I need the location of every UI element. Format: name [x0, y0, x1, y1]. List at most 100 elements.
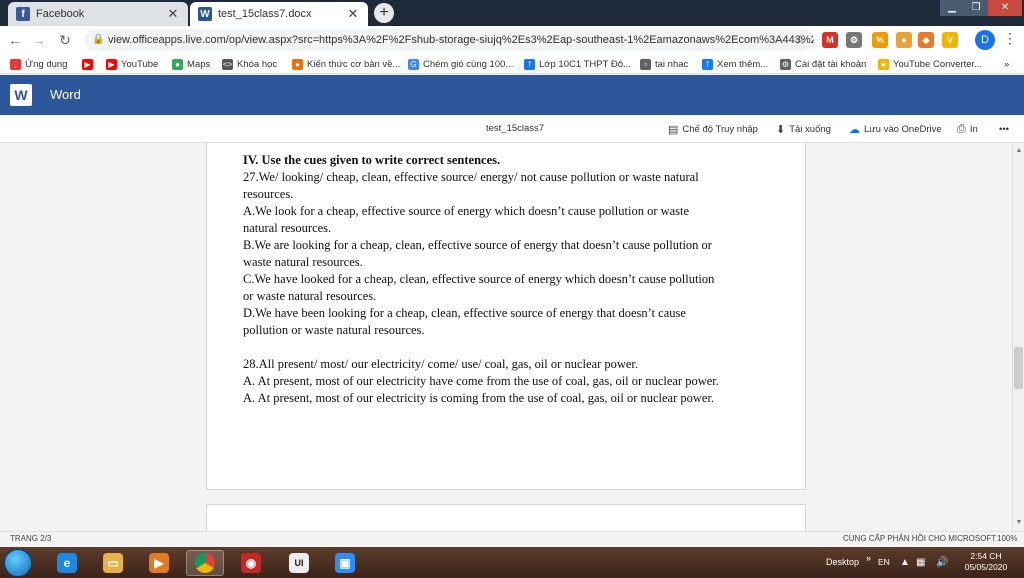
page-icon: ▫	[640, 58, 651, 70]
zoom-level[interactable]: 100%	[997, 534, 1017, 543]
facebook-icon: f	[702, 58, 713, 70]
button-label: In	[969, 123, 978, 135]
bookmark-class[interactable]: f Lớp 10C1 THPT Đô...	[524, 56, 631, 72]
close-icon[interactable]: ✕	[346, 6, 360, 22]
bookmark-more[interactable]: f Xem thêm...	[702, 56, 768, 72]
window-close-button[interactable]: ✕	[988, 0, 1022, 16]
more-options-button[interactable]: •••	[999, 122, 1009, 136]
document-area: IV. Use the cues given to write correct …	[0, 143, 1012, 531]
bookmark-apps[interactable]: ⋮ Ứng dụng	[10, 56, 67, 72]
close-icon[interactable]: ✕	[166, 6, 180, 22]
minimize-button[interactable]: ▁	[940, 0, 964, 16]
chrome-icon	[195, 553, 215, 573]
document-line: 28.All present/ most/ our electricity/ c…	[243, 357, 639, 371]
code-icon: <>	[222, 58, 233, 70]
app-name[interactable]: Word	[50, 87, 81, 102]
address-bar[interactable]: 🔒 view.officeapps.live.com/op/view.aspx?…	[84, 29, 814, 51]
profile-avatar[interactable]: D	[975, 30, 995, 50]
scrollbar-thumb[interactable]	[1014, 347, 1023, 389]
show-hidden-icons-icon[interactable]: ▲	[900, 557, 910, 568]
tab-title: Facebook	[36, 8, 85, 20]
reading-mode-button[interactable]: ▤ Chế độ Truy nhập	[668, 122, 758, 136]
youtube-icon: ▶	[82, 58, 93, 70]
taskbar-chrome[interactable]	[186, 550, 224, 576]
print-button[interactable]: ⎙ In	[957, 122, 978, 136]
taskbar-media-player[interactable]: ▶	[140, 550, 178, 576]
document-line: D.We have been looking for a cheap, clea…	[243, 306, 686, 320]
chevron-right-icon[interactable]: »	[866, 553, 871, 563]
bookmarks-overflow-icon[interactable]: »	[1004, 56, 1009, 72]
bookmark-youtube[interactable]: ▶ YouTube	[106, 56, 158, 72]
volume-icon[interactable]: 🔊	[936, 557, 948, 568]
bookmark-star-icon[interactable]: ☆	[794, 29, 806, 51]
bookmark-label: YouTube Converter...	[893, 58, 983, 70]
desktop-toolbar-label[interactable]: Desktop	[826, 557, 859, 567]
gmail-extension-icon[interactable]: M	[822, 32, 838, 48]
extension-icon[interactable]: ◆	[918, 32, 934, 48]
extension-icon[interactable]: V	[942, 32, 958, 48]
taskbar-garena[interactable]: ◉	[232, 550, 270, 576]
button-label: Tải xuống	[789, 123, 831, 135]
taskbar-unikey[interactable]: UI	[280, 550, 318, 576]
new-tab-button[interactable]: +	[374, 3, 394, 23]
bookmark-chat[interactable]: G Chém gió cùng 100...	[408, 56, 513, 72]
word-icon: W	[198, 7, 212, 21]
bookmark-maps[interactable]: ● Maps	[172, 56, 210, 72]
bookmark-label: Xem thêm...	[717, 58, 769, 70]
bookmark-account-settings[interactable]: ⚙ Cài đặt tài khoản	[780, 56, 866, 72]
forward-button[interactable]: →	[30, 31, 48, 49]
feedback-link[interactable]: CUNG CẤP PHẢN HỒI CHO MICROSOFT	[843, 534, 996, 543]
cookie-extension-icon[interactable]: ●	[896, 32, 912, 48]
tab-document[interactable]: W test_15class7.docx ✕	[190, 2, 368, 26]
settings-icon: ⚙	[780, 58, 791, 70]
system-clock[interactable]: 2:54 CH 05/05/2020	[956, 551, 1016, 573]
download-button[interactable]: ⬇ Tải xuống	[776, 122, 831, 136]
tab-facebook[interactable]: f Facebook ✕	[8, 2, 188, 26]
document-line: A. At present, most of our electricity i…	[243, 391, 715, 405]
bookmark-label: Chém gió cùng 100...	[423, 58, 514, 70]
browser-menu-icon[interactable]: ⋮	[1003, 30, 1017, 47]
folder-icon: ▭	[103, 553, 123, 573]
taskbar-internet-explorer[interactable]: e	[48, 550, 86, 576]
printer-icon: ⎙	[957, 122, 966, 135]
tab-title: test_15class7.docx	[218, 8, 312, 20]
bookmark-label: tai nhac	[655, 58, 689, 70]
back-button[interactable]: ←	[6, 31, 24, 49]
network-icon[interactable]: ▦	[916, 557, 925, 568]
bookmark-courses[interactable]: <> Khóa học	[222, 56, 277, 72]
vertical-scrollbar[interactable]: ▲ ▼	[1012, 143, 1024, 531]
facebook-icon: f	[16, 7, 30, 21]
bookmark-label: Lớp 10C1 THPT Đô...	[539, 58, 631, 70]
document-line: A. At present, most of our electricity h…	[243, 374, 719, 388]
status-bar: TRANG 2/3 CUNG CẤP PHẢN HỒI CHO MICROSOF…	[0, 531, 1024, 547]
taskbar-file-explorer[interactable]: ▭	[94, 550, 132, 576]
document-line: B.We are looking for a cheap, clean, eff…	[243, 238, 712, 252]
lock-icon: 🔒	[92, 34, 105, 45]
maps-icon: ●	[172, 58, 183, 70]
windows-start-icon[interactable]	[4, 549, 32, 577]
scroll-down-icon[interactable]: ▼	[1013, 517, 1024, 529]
document-page: IV. Use the cues given to write correct …	[206, 143, 806, 490]
save-onedrive-button[interactable]: ☁ Lưu vào OneDrive	[849, 122, 942, 136]
document-title: test_15class7	[486, 123, 545, 134]
bookmark-label: Kiến thức cơ bản về...	[307, 58, 401, 70]
bookmark-music[interactable]: ▫ tai nhac	[640, 56, 688, 72]
cloud-icon: ☁	[849, 123, 860, 136]
google-icon: G	[408, 58, 419, 70]
bookmark-youtube-icon-only[interactable]: ▶	[82, 56, 97, 72]
word-header: W Word	[0, 75, 1024, 115]
bookmark-basics[interactable]: ● Kiến thức cơ bản về...	[292, 56, 400, 72]
taskbar-zoom[interactable]: ▣	[326, 550, 364, 576]
clock-date: 05/05/2020	[964, 562, 1008, 572]
extension-icon[interactable]: ⚙	[846, 32, 862, 48]
reload-button[interactable]: ↻	[56, 31, 74, 49]
restore-button[interactable]: ❐	[964, 0, 988, 16]
coupon-extension-icon[interactable]: %	[872, 32, 888, 48]
document-toolbar: test_15class7 ▤ Chế độ Truy nhập ⬇ Tải x…	[0, 115, 1024, 143]
bookmark-label: Khóa học	[237, 58, 278, 70]
page-indicator: TRANG 2/3	[10, 534, 52, 543]
language-indicator[interactable]: EN	[878, 557, 890, 567]
bookmark-youtube-converter[interactable]: ★ YouTube Converter...	[878, 56, 982, 72]
word-logo-icon[interactable]: W	[10, 84, 32, 106]
scroll-up-icon[interactable]: ▲	[1013, 145, 1024, 157]
